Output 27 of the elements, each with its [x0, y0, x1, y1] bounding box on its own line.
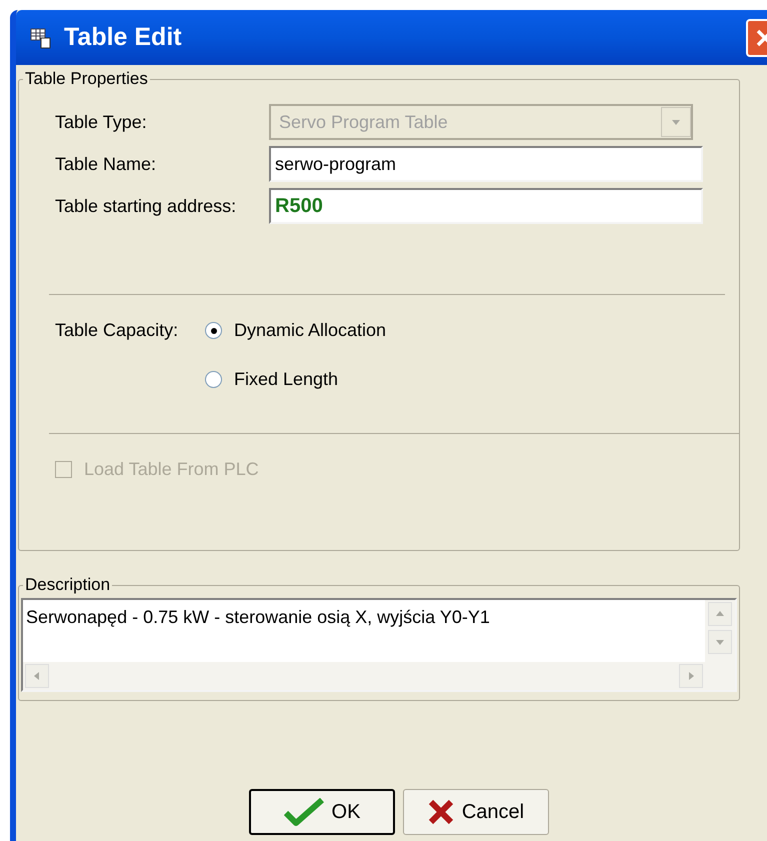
radio-label[interactable]: Fixed Length — [234, 366, 338, 393]
group-legend: Description — [23, 575, 112, 595]
capacity-label: Table Capacity: — [55, 319, 180, 342]
field-label: Table starting address: — [55, 194, 238, 218]
table-icon — [30, 26, 52, 48]
scroll-down-icon — [715, 637, 725, 647]
checkmark-icon — [284, 798, 324, 826]
group-legend: Table Properties — [23, 69, 150, 89]
scroll-right-icon — [686, 671, 696, 681]
radio-button[interactable] — [205, 322, 222, 339]
dropdown-arrow-icon — [671, 117, 681, 127]
cross-icon — [428, 799, 454, 825]
address-input[interactable]: R500 — [269, 188, 703, 224]
field-label: Table Type: — [55, 110, 148, 134]
window-title: Table Edit — [64, 22, 182, 53]
vertical-scrollbar[interactable] — [705, 600, 735, 690]
radio-label[interactable]: Dynamic Allocation — [234, 317, 386, 344]
ok-button[interactable]: OK — [249, 789, 395, 835]
scroll-up-icon — [715, 609, 725, 619]
horizontal-scrollbar[interactable] — [23, 662, 705, 690]
description-text: Serwonapęd - 0.75 kW - sterowanie osią X, wyjścia Y0-Y1 — [25, 606, 491, 629]
description-textarea[interactable]: Serwonapęd - 0.75 kW - sterowanie osią X, wyjścia Y0-Y1 — [21, 598, 737, 692]
table-name-input[interactable]: serwo-program — [269, 146, 703, 182]
field-label: Table Name: — [55, 152, 158, 176]
scroll-left-icon — [32, 671, 42, 681]
cancel-button[interactable]: Cancel — [403, 789, 549, 835]
radio-button[interactable] — [205, 371, 222, 388]
